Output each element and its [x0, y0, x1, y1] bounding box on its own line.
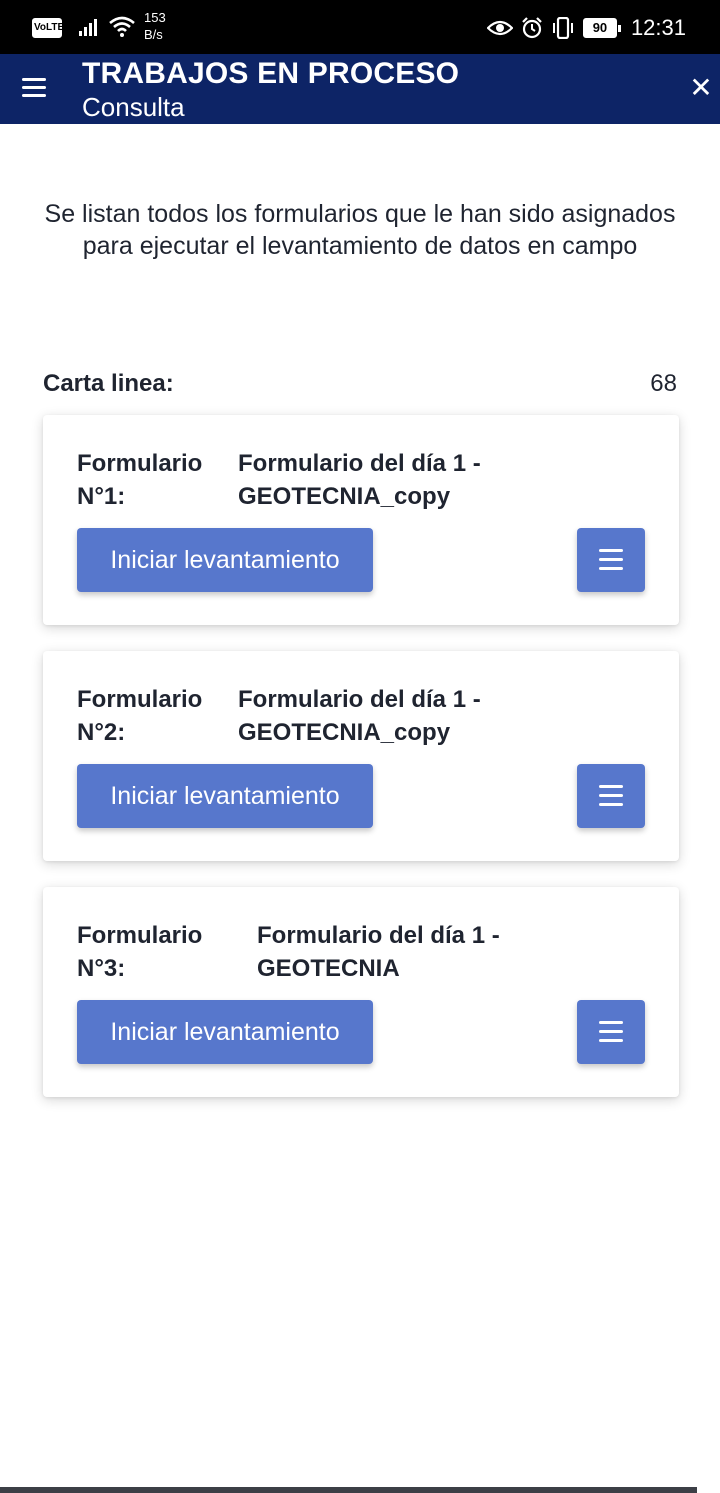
- network-speed-value: 153: [144, 10, 166, 25]
- vibrate-icon: [552, 17, 573, 39]
- app-header: TRABAJOS EN PROCESO Consulta ✕: [0, 54, 720, 124]
- form-name: Formulario del día 1 - GEOTECNIA_copy: [238, 447, 568, 513]
- alarm-icon: [522, 17, 542, 39]
- network-speed-unit: B/s: [144, 27, 163, 42]
- volte-icon: VoLTE: [32, 18, 64, 38]
- start-survey-button[interactable]: Iniciar levantamiento: [77, 764, 373, 828]
- form-card-2: Formulario N°2: Formulario del día 1 - G…: [43, 651, 679, 861]
- form-name-line1: Formulario del día 1 -: [257, 922, 500, 949]
- form-number-label-line1: Formulario: [77, 922, 203, 949]
- carta-value: 68: [650, 370, 677, 397]
- form-number-label: Formulario N°3:: [77, 919, 227, 985]
- form-options-button[interactable]: [577, 764, 645, 828]
- form-card-3: Formulario N°3: Formulario del día 1 - G…: [43, 887, 679, 1097]
- start-survey-button[interactable]: Iniciar levantamiento: [77, 1000, 373, 1064]
- form-name-line1: Formulario del día 1 -: [238, 450, 481, 477]
- form-options-button[interactable]: [577, 528, 645, 592]
- form-number-label-line1: Formulario: [77, 686, 203, 713]
- eye-icon: [486, 20, 513, 36]
- page-subtitle: Consulta: [82, 92, 185, 122]
- network-speed: 153 B/s: [144, 9, 174, 43]
- page-title: TRABAJOS EN PROCESO: [82, 57, 460, 90]
- close-icon[interactable]: ✕: [688, 72, 714, 104]
- intro-text: Se listan todos los formularios que le h…: [44, 200, 676, 260]
- form-name-line2: GEOTECNIA_copy: [238, 483, 451, 510]
- wifi-icon: [109, 16, 135, 37]
- carta-label: Carta linea:: [43, 370, 174, 397]
- form-number-label-line2: N°3:: [77, 955, 126, 982]
- battery-icon: 90: [582, 18, 621, 38]
- menu-icon: [599, 785, 623, 807]
- menu-icon: [599, 1021, 623, 1043]
- status-icons: 90 12:31: [486, 12, 686, 44]
- form-number-label: Formulario N°1:: [77, 447, 227, 513]
- clock: 12:31: [630, 15, 686, 40]
- form-name: Formulario del día 1 - GEOTECNIA_copy: [238, 683, 568, 749]
- gesture-bar: [0, 1487, 697, 1493]
- form-name-line1: Formulario del día 1 -: [238, 686, 481, 713]
- status-bar: VoLTE 153 B/s 90 12:31: [0, 0, 720, 54]
- form-name-line2: GEOTECNIA: [257, 955, 400, 982]
- menu-icon: [599, 549, 623, 571]
- form-number-label: Formulario N°2:: [77, 683, 227, 749]
- form-options-button[interactable]: [577, 1000, 645, 1064]
- form-number-label-line2: N°2:: [77, 719, 126, 746]
- form-number-label-line1: Formulario: [77, 450, 203, 477]
- form-card-1: Formulario N°1: Formulario del día 1 - G…: [43, 415, 679, 625]
- form-name: Formulario del día 1 - GEOTECNIA: [257, 919, 587, 985]
- start-survey-button[interactable]: Iniciar levantamiento: [77, 528, 373, 592]
- form-number-label-line2: N°1:: [77, 483, 126, 510]
- signal-icon: [79, 19, 97, 36]
- hamburger-menu-icon[interactable]: [22, 78, 46, 98]
- form-name-line2: GEOTECNIA_copy: [238, 719, 451, 746]
